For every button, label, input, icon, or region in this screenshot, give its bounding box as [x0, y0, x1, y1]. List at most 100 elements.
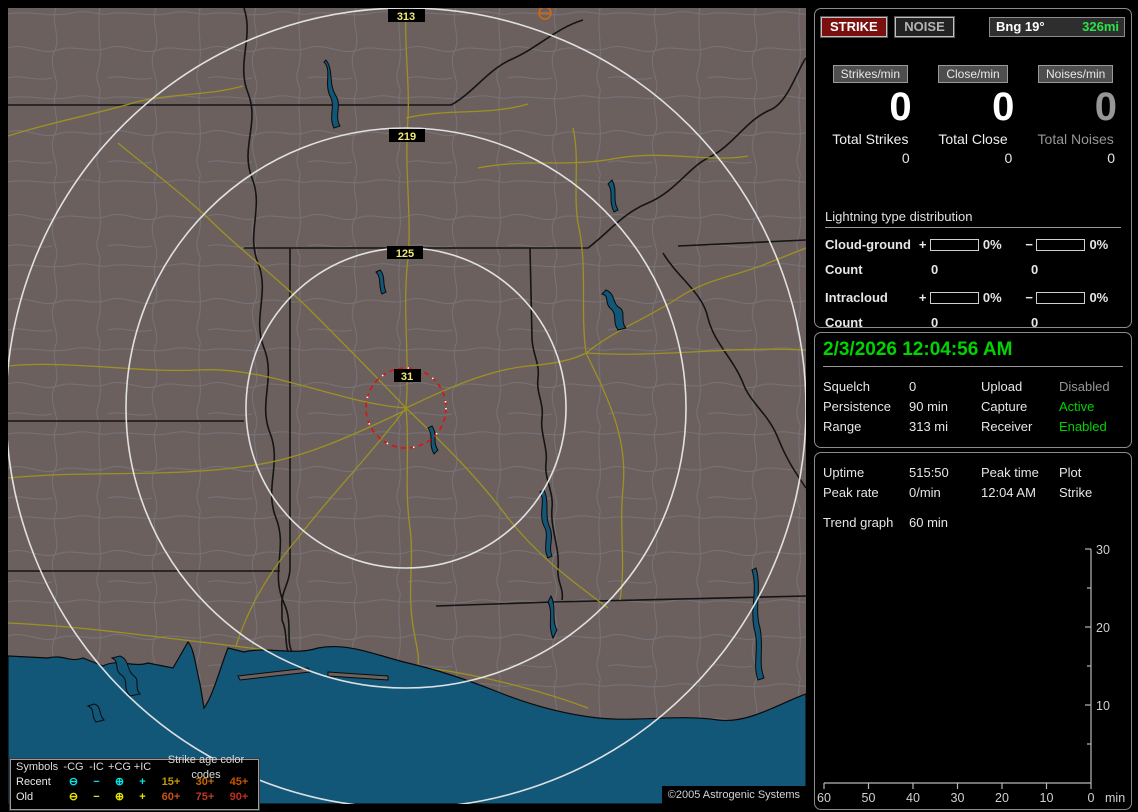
legend-row-old-label: Old	[16, 791, 34, 803]
peak-time-value: 12:04 AM	[981, 485, 1036, 500]
close-per-min-chip: Close/min	[938, 65, 1008, 83]
old-pos-cg-icon: ⊕	[114, 791, 125, 803]
cg-minus-pct: 0%	[1089, 237, 1109, 252]
x-tick-30: 30	[951, 791, 965, 805]
legend-header-neg-cg: -CG	[63, 761, 84, 773]
cg-minus-bar	[1036, 238, 1086, 251]
x-tick-10: 10	[1040, 791, 1054, 805]
recent-pos-cg-icon: ⊕	[114, 776, 125, 788]
plot-label: Plot	[1059, 465, 1082, 480]
age-code-60: 60+	[161, 791, 181, 803]
persistence-value: 90 min	[909, 399, 949, 414]
ic-minus-bar	[1036, 291, 1086, 304]
x-tick-20: 20	[995, 791, 1009, 805]
upload-status: Disabled	[1059, 379, 1110, 394]
noises-per-min-value: 0	[1094, 85, 1118, 129]
range-value: 313 mi	[909, 419, 949, 434]
ic-count-label: Count	[825, 314, 863, 330]
cg-count-label: Count	[825, 261, 863, 277]
trend-graph: 30 20 10 60 50 40 30 20 10 0 min	[817, 545, 1125, 805]
trend-graph-window: 60 min	[909, 515, 949, 530]
capture-label: Capture	[981, 399, 1028, 414]
strikes-per-min-chip: Strikes/min	[832, 65, 908, 83]
recent-neg-cg-icon: ⊖	[68, 776, 79, 788]
noise-toggle-button[interactable]: NOISE	[894, 16, 955, 38]
total-noises-label: Total Noises	[1037, 131, 1114, 147]
x-tick-60: 60	[817, 791, 831, 805]
ic-minus-pct: 0%	[1089, 290, 1109, 305]
recent-pos-ic-icon: +	[139, 776, 146, 788]
bearing-range-value: 326mi	[1082, 19, 1119, 34]
distribution-title: Lightning type distribution	[825, 209, 1121, 228]
legend-header-neg-ic: -IC	[89, 761, 104, 773]
trend-box: Uptime 515:50 Peak time Plot Peak rate 0…	[814, 452, 1132, 810]
old-neg-ic-icon: −	[93, 791, 100, 803]
ring-label-31: 31	[401, 371, 413, 383]
age-code-90: 90+	[229, 791, 249, 803]
range-label: Range	[823, 419, 862, 434]
lightning-distribution-section: Lightning type distribution Cloud-ground…	[825, 209, 1121, 334]
age-code-45: 45+	[229, 776, 249, 788]
close-per-min-column: Close/min 0 Total Close 0	[922, 65, 1025, 166]
ic-plus-pct: 0%	[982, 290, 1002, 305]
datetime-display: 2/3/2026 12:04:56 AM	[823, 339, 1123, 367]
ic-plus-bar	[929, 291, 979, 304]
persistence-label: Persistence	[823, 399, 891, 414]
ic-minus-count: 0	[1031, 314, 1039, 330]
strikes-per-min-column: Strikes/min 0 Total Strikes 0	[819, 65, 922, 166]
receiver-label: Receiver	[981, 419, 1033, 434]
cg-plus-sign: +	[918, 237, 927, 252]
y-tick-10: 10	[1096, 699, 1110, 713]
uptime-label: Uptime	[823, 465, 865, 480]
total-close-value: 0	[1004, 150, 1013, 166]
strikes-per-min-value: 0	[889, 85, 912, 129]
uptime-value: 515:50	[909, 465, 949, 480]
total-close-label: Total Close	[938, 131, 1008, 147]
total-noises-value: 0	[1107, 150, 1116, 166]
legend-header-symbols: Symbols	[16, 761, 59, 773]
lightning-map: 313 219 125 31 Symbols -CG -IC +CG +IC S…	[8, 8, 806, 810]
cloud-ground-label: Cloud-ground	[825, 237, 911, 252]
upload-label: Upload	[981, 379, 1023, 394]
status-row: Peak rate 0/min 12:04 AM Strike	[823, 483, 1125, 503]
total-strikes-value: 0	[901, 150, 910, 166]
ic-plus-sign: +	[918, 290, 927, 305]
total-strikes-label: Total Strikes	[832, 131, 909, 147]
close-per-min-value: 0	[992, 85, 1015, 129]
strike-toggle-button[interactable]: STRIKE	[820, 16, 888, 38]
squelch-label: Squelch	[823, 379, 870, 394]
bearing-display: Bng 19° 326mi	[989, 17, 1125, 37]
cg-minus-sign: −	[1025, 237, 1034, 252]
peak-rate-label: Peak rate	[823, 485, 879, 500]
x-tick-50: 50	[862, 791, 876, 805]
ic-minus-sign: −	[1025, 290, 1034, 305]
y-tick-20: 20	[1096, 621, 1110, 635]
noises-per-min-column: Noises/min 0 Total Noises 0	[1024, 65, 1127, 166]
settings-row: Persistence 90 min Capture Active	[823, 397, 1125, 417]
age-code-75: 75+	[195, 791, 215, 803]
plot-mode-value: Strike	[1059, 485, 1093, 500]
cg-plus-pct: 0%	[982, 237, 1002, 252]
x-tick-0: 0	[1088, 791, 1095, 805]
settings-row: Range 313 mi Receiver Enabled	[823, 417, 1125, 437]
trend-graph-row: Trend graph 60 min	[823, 513, 1125, 533]
bearing-value: Bng 19°	[996, 19, 1045, 34]
ring-label-125: 125	[396, 248, 414, 260]
x-axis-unit: min	[1105, 791, 1125, 805]
peak-time-label: Peak time	[981, 465, 1039, 480]
peak-rate-value: 0/min	[909, 485, 941, 500]
trend-graph-label: Trend graph	[823, 515, 894, 530]
age-code-15: 15+	[161, 776, 181, 788]
ring-label-313: 313	[397, 11, 415, 23]
map-canvas: 313 219 125 31	[8, 8, 806, 804]
recent-neg-ic-icon: −	[93, 776, 100, 788]
x-tick-40: 40	[906, 791, 920, 805]
legend-header-pos-ic: +IC	[133, 761, 152, 773]
noises-per-min-chip: Noises/min	[1038, 65, 1114, 83]
old-pos-ic-icon: +	[139, 791, 146, 803]
capture-status: Active	[1059, 399, 1095, 414]
intracloud-label: Intracloud	[825, 290, 888, 305]
legend-row-recent-label: Recent	[16, 776, 51, 788]
receiver-status: Enabled	[1059, 419, 1107, 434]
status-panel: STRIKE NOISE Bng 19° 326mi Strikes/min 0…	[814, 0, 1132, 812]
